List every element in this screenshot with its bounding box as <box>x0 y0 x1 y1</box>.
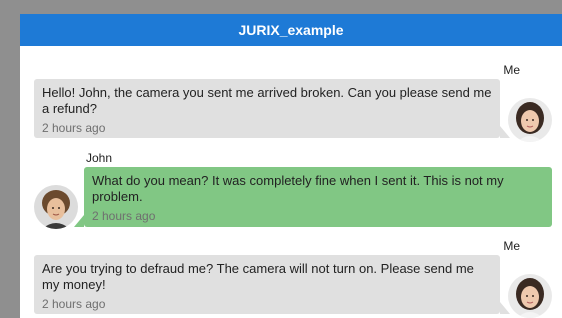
message-timestamp: 2 hours ago <box>92 209 156 223</box>
message-text: What do you mean? It was completely fine… <box>92 173 504 204</box>
message-timestamp: 2 hours ago <box>42 297 106 311</box>
sender-name-me: Me <box>503 63 520 77</box>
message-bubble-me: Hello! John, the camera you sent me arri… <box>34 79 510 138</box>
sender-name-me: Me <box>503 239 520 253</box>
message-text: Are you trying to defraud me? The camera… <box>42 261 474 292</box>
message-timestamp: 2 hours ago <box>42 121 106 135</box>
avatar-man-icon <box>34 185 78 229</box>
message-bubble-john: What do you mean? It was completely fine… <box>74 167 552 227</box>
title-bar: JURIX_example <box>20 14 562 46</box>
sender-name-john: John <box>86 151 113 165</box>
chat-window: JURIX_example Me Hello! John, the camera… <box>20 14 562 318</box>
avatar-woman-icon <box>508 98 552 142</box>
avatar-woman-icon <box>508 274 552 318</box>
message-bubble-me: Are you trying to defraud me? The camera… <box>34 255 510 314</box>
message-text: Hello! John, the camera you sent me arri… <box>42 85 492 116</box>
window-title: JURIX_example <box>238 22 344 38</box>
